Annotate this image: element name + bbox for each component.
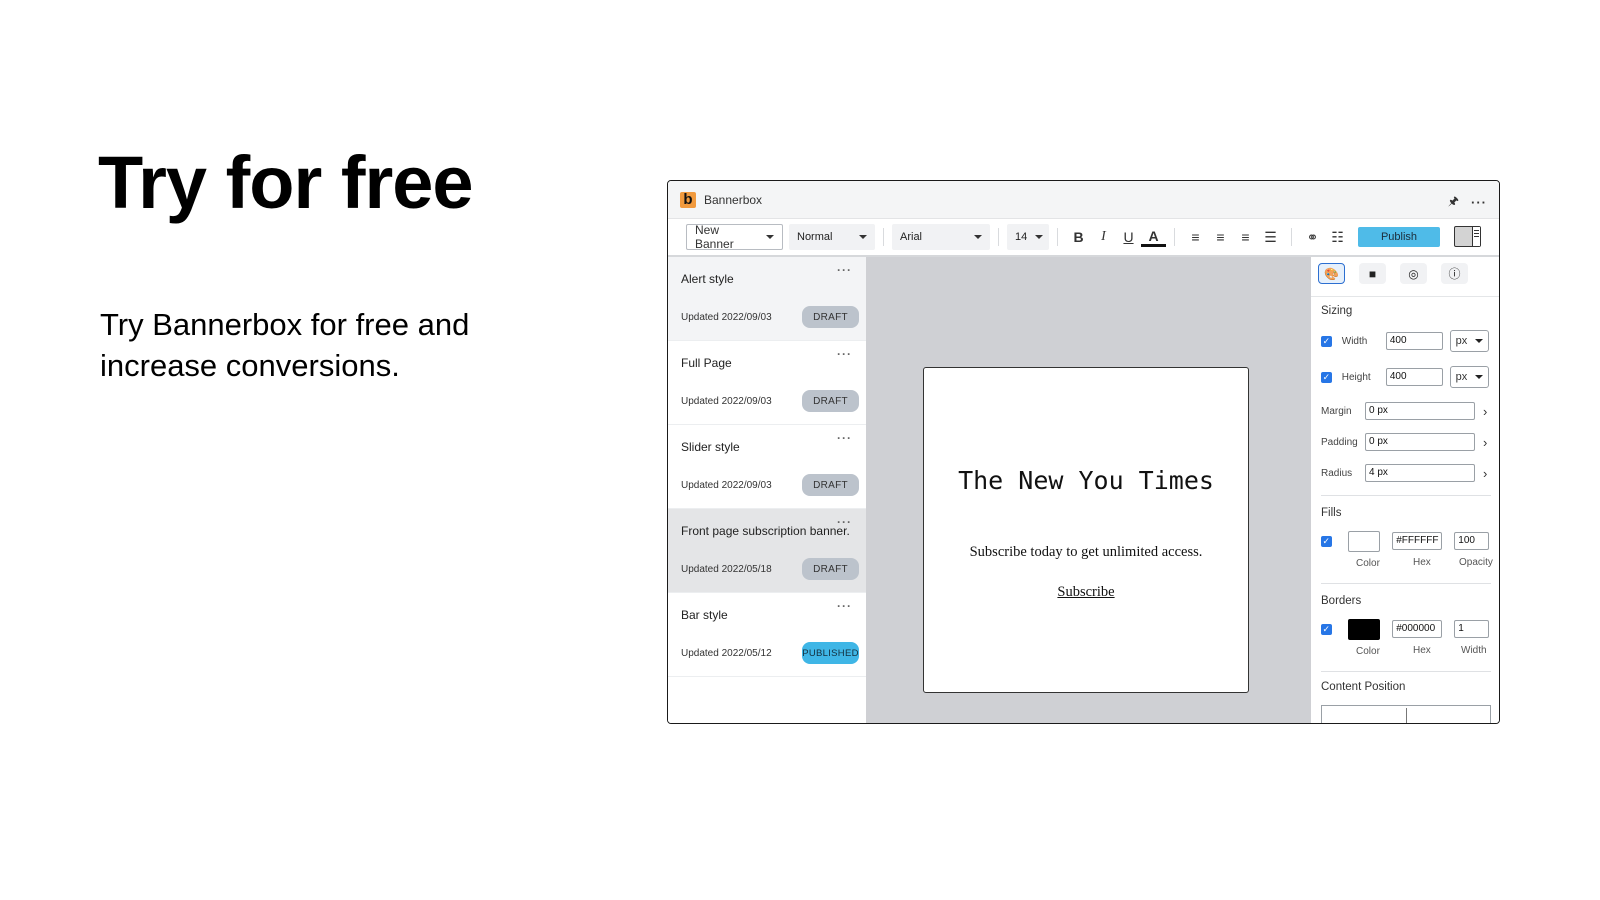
subscribe-link[interactable]: Subscribe — [924, 584, 1248, 601]
title-bar: b Bannerbox 🖈 ··· — [668, 181, 1499, 219]
height-input[interactable]: 400 — [1385, 368, 1443, 386]
list-item[interactable]: Bar style ··· Updated 2022/05/12 PUBLISH… — [668, 593, 866, 677]
content-position-grid[interactable] — [1321, 705, 1491, 723]
chevron-down-icon — [974, 235, 982, 239]
align-right-icon[interactable]: ≡ — [1233, 225, 1258, 249]
style-icon[interactable]: 🎨 — [1318, 263, 1345, 284]
divider — [883, 228, 884, 246]
divider — [1321, 671, 1491, 672]
layers-icon[interactable]: ■ — [1359, 263, 1386, 284]
fills-title: Fills — [1321, 507, 1342, 519]
margin-input[interactable]: 0 px — [1365, 402, 1475, 420]
chevron-down-icon — [1475, 339, 1483, 343]
height-checkbox[interactable]: ✓ — [1321, 371, 1332, 383]
list-icon[interactable]: ☷ — [1325, 225, 1350, 249]
status-badge: DRAFT — [802, 558, 859, 580]
align-left-icon[interactable]: ≡ — [1183, 225, 1208, 249]
chevron-right-icon[interactable]: › — [1483, 404, 1487, 419]
app-logo: b — [680, 191, 696, 208]
list-item[interactable]: Alert style ··· Updated 2022/09/03 DRAFT — [668, 257, 866, 341]
height-unit-select[interactable]: px — [1449, 366, 1489, 388]
banner-list: Alert style ··· Updated 2022/09/03 DRAFT… — [668, 257, 866, 723]
more-icon[interactable]: ··· — [1471, 196, 1487, 209]
chevron-right-icon[interactable]: › — [1483, 435, 1487, 450]
toolbar: New Banner Normal Arial 14 B I U A ≡ ≡ ≡… — [668, 219, 1499, 257]
sizing-title: Sizing — [1321, 305, 1353, 317]
target-icon[interactable]: ◎ — [1400, 263, 1427, 284]
padding-input[interactable]: 0 px — [1365, 433, 1475, 451]
more-icon[interactable]: ··· — [837, 263, 852, 277]
list-item[interactable]: Front page subscription banner. ··· Upda… — [668, 509, 866, 593]
border-width-input[interactable]: 1 — [1454, 620, 1489, 638]
width-unit-select[interactable]: px — [1449, 330, 1489, 352]
fills-checkbox[interactable]: ✓ — [1321, 535, 1332, 547]
info-icon[interactable]: ⓘ — [1441, 263, 1468, 284]
banner-text[interactable]: Subscribe today to get unlimited access. — [924, 544, 1248, 561]
link-icon[interactable]: ⚭ — [1300, 225, 1325, 249]
publish-button[interactable]: Publish — [1358, 227, 1440, 247]
hero-subtitle: Try Bannerbox for free and increase conv… — [100, 307, 470, 383]
list-item[interactable]: Slider style ··· Updated 2022/09/03 DRAF… — [668, 425, 866, 509]
chevron-right-icon[interactable]: › — [1483, 466, 1487, 481]
chevron-down-icon — [1035, 235, 1044, 239]
divider — [1057, 228, 1058, 246]
borders-checkbox[interactable]: ✓ — [1321, 623, 1332, 635]
fill-color-swatch[interactable] — [1347, 530, 1381, 552]
font-size-select[interactable]: 14 — [1007, 224, 1049, 250]
font-select[interactable]: Arial — [892, 224, 990, 250]
fill-hex-input[interactable]: #FFFFFF — [1392, 532, 1443, 550]
chevron-down-icon — [859, 235, 867, 239]
pin-icon[interactable]: 🖈 — [1448, 192, 1459, 213]
width-checkbox[interactable]: ✓ — [1321, 335, 1332, 347]
width-input[interactable]: 400 — [1385, 332, 1443, 350]
radius-input[interactable]: 4 px — [1365, 464, 1475, 482]
banner-preview[interactable]: The New You Times Subscribe today to get… — [923, 367, 1249, 693]
style-select[interactable]: Normal — [789, 224, 875, 250]
align-justify-icon[interactable]: ☰ — [1258, 225, 1283, 249]
properties-panel: 🎨 ■ ◎ ⓘ Sizing ✓ Width 400 px ✓ Height 4… — [1311, 257, 1499, 723]
more-icon[interactable]: ··· — [837, 599, 852, 613]
italic-button[interactable]: I — [1091, 225, 1116, 249]
canvas: The New You Times Subscribe today to get… — [866, 257, 1311, 723]
panel-layout-toggle-icon[interactable] — [1454, 226, 1481, 247]
more-icon[interactable]: ··· — [837, 347, 852, 361]
chevron-down-icon — [766, 235, 774, 239]
chevron-down-icon — [1475, 375, 1483, 379]
banner-title[interactable]: The New You Times — [924, 466, 1248, 495]
more-icon[interactable]: ··· — [837, 431, 852, 445]
content-position-title: Content Position — [1321, 681, 1406, 693]
status-badge: DRAFT — [802, 390, 859, 412]
text-color-button[interactable]: A — [1141, 227, 1166, 247]
banner-select[interactable]: New Banner — [686, 223, 783, 251]
borders-title: Borders — [1321, 595, 1362, 607]
divider — [1321, 495, 1491, 496]
border-color-swatch[interactable] — [1347, 618, 1381, 640]
align-center-icon[interactable]: ≡ — [1208, 225, 1233, 249]
divider — [1174, 228, 1175, 246]
divider — [998, 228, 999, 246]
divider — [1321, 583, 1491, 584]
status-badge: DRAFT — [802, 306, 859, 328]
bold-button[interactable]: B — [1066, 225, 1091, 249]
border-hex-input[interactable]: #000000 — [1392, 620, 1443, 638]
fill-opacity-input[interactable]: 100 — [1454, 532, 1489, 550]
app-name: Bannerbox — [704, 192, 763, 207]
underline-button[interactable]: U — [1116, 225, 1141, 249]
divider — [1291, 228, 1292, 246]
status-badge: DRAFT — [802, 474, 859, 496]
app-window: b Bannerbox 🖈 ··· New Banner Normal Aria… — [667, 180, 1500, 724]
list-item[interactable]: Full Page ··· Updated 2022/09/03 DRAFT — [668, 341, 866, 425]
status-badge: PUBLISHED — [802, 642, 859, 664]
more-icon[interactable]: ··· — [837, 515, 852, 529]
hero-title: Try for free — [98, 141, 474, 224]
